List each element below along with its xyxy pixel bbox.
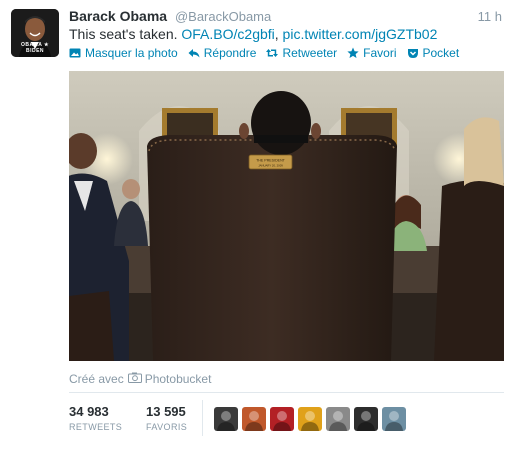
tweet-text: This seat's taken. OFA.BO/c2gbfi, pic.tw…	[69, 25, 437, 43]
reply-label: Répondre	[203, 46, 257, 60]
favoriter-avatars	[214, 407, 410, 431]
favorites-count: 13 595	[146, 404, 186, 419]
favoriter-avatar[interactable]	[354, 407, 378, 431]
favorite-label: Favori	[363, 46, 397, 60]
reply-icon	[188, 47, 200, 59]
hide-photo-action[interactable]: Masquer la photo	[69, 46, 178, 60]
link-separator: ,	[274, 26, 279, 42]
credit-prefix: Créé avec	[69, 372, 124, 386]
retweets-stat[interactable]: 34 983 RETWEETS	[69, 404, 122, 432]
favoriter-avatar[interactable]	[242, 407, 266, 431]
pocket-action[interactable]: Pocket	[407, 46, 460, 60]
plaque-line2: JANUARY 20, 2009	[258, 164, 283, 168]
tweet-link-ofa[interactable]: OFA.BO/c2gbfi	[181, 26, 274, 42]
retweet-label: Retweeter	[282, 46, 338, 60]
hide-photo-label: Masquer la photo	[85, 46, 178, 60]
favoriter-avatar[interactable]	[298, 407, 322, 431]
plaque-line1: THE PRESIDENT	[256, 159, 286, 163]
credit-service-link[interactable]: Photobucket	[145, 372, 212, 386]
retweets-label: RETWEETS	[69, 422, 123, 432]
retweet-action[interactable]: Retweeter	[266, 46, 337, 60]
pocket-label: Pocket	[422, 46, 460, 60]
favoriter-avatar[interactable]	[214, 407, 238, 431]
tweet-link-pic[interactable]: pic.twitter.com/jgGZTb02	[283, 26, 438, 42]
reply-action[interactable]: Répondre	[188, 46, 257, 60]
photo-credit: Créé avec Photobucket	[69, 372, 211, 386]
favorites-label: FAVORIS	[146, 422, 188, 432]
tweet-actions: Masquer la photo Répondre Retweeter Favo…	[69, 45, 469, 61]
divider	[69, 392, 504, 393]
retweet-icon	[266, 47, 279, 59]
tweet-timestamp[interactable]: 11 h	[478, 9, 502, 24]
camera-icon	[127, 372, 142, 386]
favoriter-avatar[interactable]	[270, 407, 294, 431]
author-handle[interactable]: @BarackObama	[175, 9, 271, 24]
tweet-photo[interactable]: THE PRESIDENT JANUARY 20, 2009	[69, 71, 504, 361]
avatar-caption: OBAMA ★ BIDEN	[20, 42, 50, 54]
star-icon	[347, 47, 359, 59]
favorite-action[interactable]: Favori	[347, 46, 397, 60]
favorites-stat[interactable]: 13 595 FAVORIS	[146, 404, 187, 432]
photo-icon	[69, 47, 81, 59]
avatar[interactable]: OBAMA ★ BIDEN	[11, 9, 59, 57]
pocket-icon	[407, 47, 419, 59]
tweet-header: Barack Obama @BarackObama 11 h	[69, 8, 502, 26]
author-name[interactable]: Barack Obama	[69, 8, 167, 24]
stats-divider	[202, 400, 203, 436]
favoriter-avatar[interactable]	[382, 407, 406, 431]
retweets-count: 34 983	[69, 404, 109, 419]
favoriter-avatar[interactable]	[326, 407, 350, 431]
tweet-body: This seat's taken.	[69, 26, 178, 42]
